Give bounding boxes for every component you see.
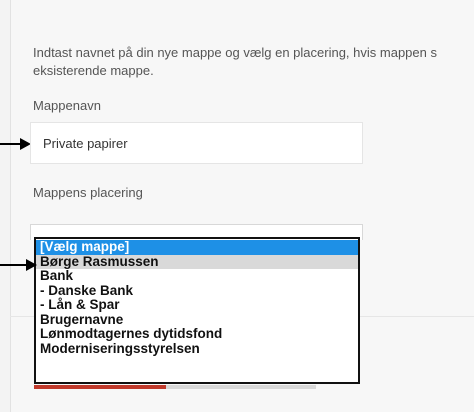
dropdown-option[interactable]: Lønmodtagernes dytidsfond [36,326,358,342]
create-button-edge[interactable] [34,385,166,389]
folder-placement-dropdown[interactable]: [Vælg mappe] Børge Rasmussen Bank - Danske … [34,237,360,384]
dropdown-option[interactable]: Bank [36,268,358,284]
dropdown-option[interactable]: - Danske Bank [36,283,358,299]
intro-text: Indtast navnet på din nye mappe og vælg … [33,44,474,80]
intro-line-2: eksisterende mappe. [33,63,154,78]
folder-placement-label: Mappens placering [33,185,143,200]
dropdown-option[interactable]: - Lån & Spar [36,297,358,313]
dropdown-option[interactable]: Børge Rasmussen [36,254,358,269]
arrow-right-icon [0,259,37,271]
folder-name-label: Mappenavn [33,98,101,113]
cancel-button-edge[interactable] [166,385,316,389]
intro-line-1: Indtast navnet på din nye mappe og vælg … [33,45,437,60]
dropdown-option[interactable]: Moderniseringsstyrelsen [36,341,358,357]
dropdown-option[interactable]: [Vælg mappe] [36,239,358,255]
folder-name-input[interactable]: Private papirer [30,122,363,164]
arrow-right-icon [0,138,31,150]
dropdown-option[interactable]: Brugernavne [36,312,358,328]
